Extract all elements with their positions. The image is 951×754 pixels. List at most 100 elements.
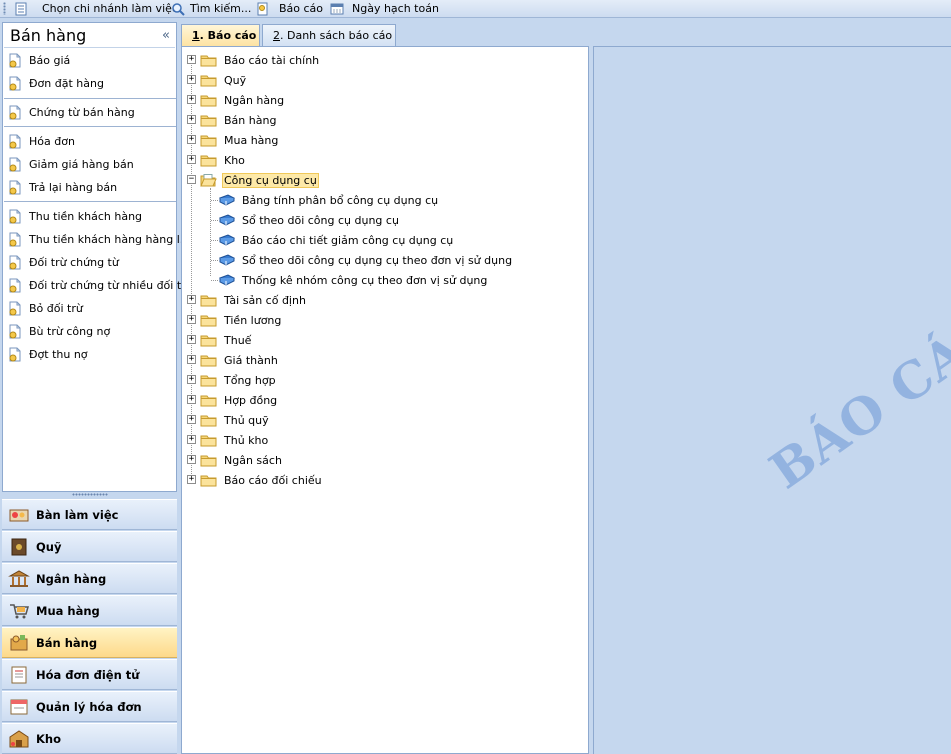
function-list: Bán hàng « Báo giá Đơn đặt hàng Chứng từ b…: [2, 22, 192, 492]
module-button[interactable]: Bán hàng: [2, 627, 177, 658]
report-button[interactable]: Báo cáo: [256, 0, 323, 17]
expand-icon[interactable]: +: [187, 455, 196, 464]
tree-folder-item[interactable]: Thuế: [200, 331, 253, 349]
tree-folder-item[interactable]: Tài sản cố định: [200, 291, 308, 309]
tree-folder-item[interactable]: Mua hàng: [200, 131, 280, 149]
splitter-grip[interactable]: [72, 493, 108, 496]
module-label: Kho: [36, 731, 61, 746]
tree-report-item[interactable]: Sổ theo dõi công cụ dụng cụ theo đơn vị …: [219, 251, 514, 269]
open-folder-icon: [200, 173, 217, 186]
collapse-icon[interactable]: −: [187, 175, 196, 184]
document-icon: [9, 134, 21, 148]
posting-date-button[interactable]: Ngày hạch toán: [330, 0, 439, 17]
bank-icon: [8, 569, 30, 587]
expand-icon[interactable]: +: [187, 475, 196, 484]
folder-icon: [200, 75, 217, 86]
left-item[interactable]: Đối trừ chứng từ: [8, 252, 119, 272]
left-item[interactable]: Hóa đơn: [8, 131, 75, 151]
tree-report-item[interactable]: Bảng tính phân bổ công cụ dụng cụ: [219, 191, 440, 209]
module-button[interactable]: Bàn làm việc: [2, 499, 177, 530]
tree-folder-item[interactable]: Thủ quỹ: [200, 411, 271, 429]
expand-icon[interactable]: +: [187, 375, 196, 384]
tab-report[interactable]: 1. Báo cáo: [181, 24, 260, 46]
module-label: Ngân hàng: [36, 571, 107, 586]
expand-icon[interactable]: +: [187, 155, 196, 164]
expand-icon[interactable]: +: [187, 115, 196, 124]
left-item[interactable]: Bù trừ công nợ: [8, 321, 110, 341]
left-item[interactable]: Bỏ đối trừ: [8, 298, 83, 318]
tree-folder-item[interactable]: Hợp đồng: [200, 391, 279, 409]
left-item[interactable]: Đợt thu nợ: [8, 344, 88, 364]
module-button[interactable]: Quản lý hóa đơn: [2, 691, 177, 722]
expand-icon[interactable]: +: [187, 415, 196, 424]
tree-folder-item[interactable]: Giá thành: [200, 351, 280, 369]
left-item-label: Trả lại hàng bán: [29, 180, 118, 194]
tree-node-label: Kho: [224, 153, 245, 167]
left-item[interactable]: Giảm giá hàng bán: [8, 154, 134, 174]
tree-report-item[interactable]: Báo cáo chi tiết giảm công cụ dụng cụ: [219, 231, 455, 249]
toolbar-grip[interactable]: [3, 2, 6, 15]
tree-node-label: Hợp đồng: [224, 393, 278, 407]
tree-report-item[interactable]: Sổ theo dõi công cụ dụng cụ: [219, 211, 401, 229]
document-icon: [9, 53, 21, 67]
document-icon: [9, 209, 21, 223]
search-button[interactable]: Tìm kiếm...: [171, 0, 251, 17]
panel-splitter[interactable]: [2, 492, 177, 498]
document-icon: [9, 180, 21, 194]
expand-icon[interactable]: +: [187, 435, 196, 444]
tree-folder-item[interactable]: Bán hàng: [200, 111, 278, 129]
collapse-panel-icon[interactable]: «: [162, 28, 170, 43]
tree-node-label: Ngân sách: [224, 453, 282, 467]
tab-report-label: . Báo cáo: [199, 29, 257, 42]
expand-icon[interactable]: +: [187, 335, 196, 344]
tree-folder-item[interactable]: Báo cáo đối chiếu: [200, 471, 324, 489]
left-item-label: Chứng từ bán hàng: [29, 105, 135, 119]
invoice-manage-icon: [10, 699, 28, 714]
left-item[interactable]: Đơn đặt hàng: [8, 73, 104, 93]
left-item-label: Bù trừ công nợ: [29, 324, 111, 338]
module-button[interactable]: Quỹ: [2, 531, 177, 562]
module-button[interactable]: Hóa đơn điện tử: [2, 659, 177, 690]
expand-icon[interactable]: +: [187, 395, 196, 404]
tree-folder-item[interactable]: Ngân sách: [200, 451, 284, 469]
left-item-label: Bỏ đối trừ: [29, 301, 83, 315]
expand-icon[interactable]: +: [187, 135, 196, 144]
tree-report-item[interactable]: Thống kê nhóm công cụ theo đơn vị sử dụn…: [219, 271, 489, 289]
tree-node-label: Sổ theo dõi công cụ dụng cụ theo đơn vị …: [242, 253, 513, 267]
report-label: Báo cáo: [279, 2, 324, 15]
document-icon: [9, 347, 21, 361]
expand-icon[interactable]: +: [187, 55, 196, 64]
tab-report-list[interactable]: 2. Danh sách báo cáo: [262, 24, 396, 46]
expand-icon[interactable]: +: [187, 295, 196, 304]
left-item[interactable]: Báo giá: [8, 50, 70, 70]
tree-folder-item[interactable]: Quỹ: [200, 71, 248, 89]
left-item[interactable]: Trả lại hàng bán: [8, 177, 117, 197]
expand-icon[interactable]: +: [187, 75, 196, 84]
document-icon: [9, 232, 21, 246]
tree-folder-item[interactable]: Ngân hàng: [200, 91, 286, 109]
expand-icon[interactable]: +: [187, 95, 196, 104]
choose-branch-button[interactable]: Chọn chi nhánh làm việc: [14, 0, 178, 17]
tree-folder-item[interactable]: Kho: [200, 151, 247, 169]
folder-icon: [200, 455, 217, 466]
module-button[interactable]: Kho: [2, 723, 177, 754]
left-item[interactable]: Chứng từ bán hàng: [8, 102, 135, 122]
tree-folder-item[interactable]: Công cụ dụng cụ: [200, 171, 319, 189]
expand-icon[interactable]: +: [187, 355, 196, 364]
tree-folder-item[interactable]: Báo cáo tài chính: [200, 51, 321, 69]
tree-folder-item[interactable]: Tổng hợp: [200, 371, 278, 389]
left-item[interactable]: Đối trừ chứng từ nhiều đối t...: [8, 275, 192, 295]
left-item[interactable]: Thu tiền khách hàng hàng l...: [8, 229, 190, 249]
tree-node-label: Tiền lương: [224, 313, 282, 327]
left-item-label: Đối trừ chứng từ: [29, 255, 119, 269]
module-button[interactable]: Ngân hàng: [2, 563, 177, 594]
module-button[interactable]: Mua hàng: [2, 595, 177, 626]
watermark-text: BÁO CÁO: [759, 296, 951, 501]
left-item-label: Báo giá: [29, 53, 71, 67]
tree-folder-item[interactable]: Tiền lương: [200, 311, 283, 329]
tree-folder-item[interactable]: Thủ kho: [200, 431, 270, 449]
left-item[interactable]: Thu tiền khách hàng: [8, 206, 142, 226]
report-icon: [256, 2, 270, 16]
expand-icon[interactable]: +: [187, 315, 196, 324]
tree-node-label: Sổ theo dõi công cụ dụng cụ: [242, 213, 399, 227]
